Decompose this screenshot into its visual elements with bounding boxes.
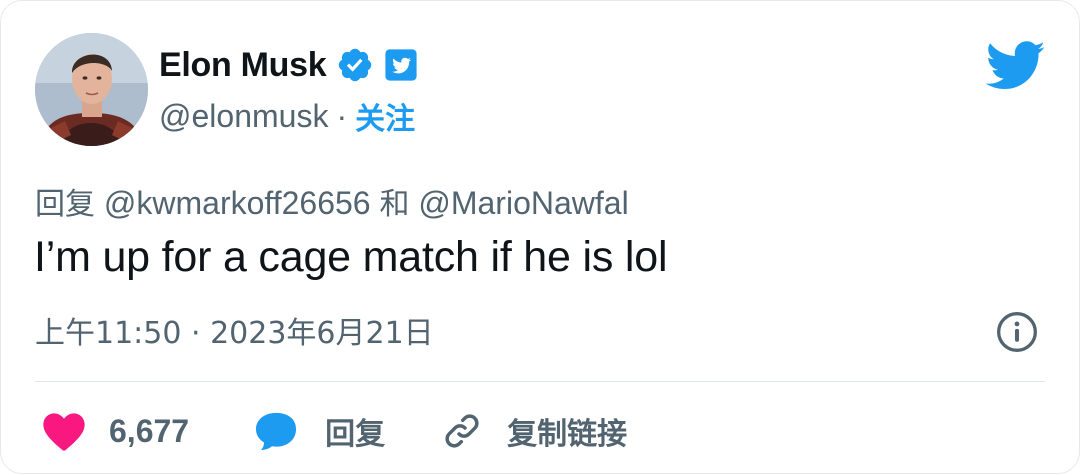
- verified-icon: [339, 48, 372, 82]
- heart-icon: [43, 413, 85, 451]
- author-name-row: Elon Musk: [159, 43, 418, 87]
- brand-badge-icon: [385, 49, 417, 81]
- reply-label: 回复: [325, 417, 386, 452]
- reply-bubble-icon: [256, 412, 297, 451]
- tweet-timestamp[interactable]: 上午11:50 · 2023年6月21日: [35, 308, 434, 352]
- divider: [35, 381, 1045, 382]
- handle[interactable]: @elonmusk: [159, 98, 328, 135]
- link-icon: [445, 414, 479, 448]
- reply-mention-1[interactable]: @kwmarkoff26656: [104, 185, 371, 221]
- avatar[interactable]: [35, 33, 148, 146]
- reply-conjunction: 和: [379, 187, 410, 222]
- action-bar: 6,677 回复 复制链接: [35, 403, 627, 459]
- reply-mention-2[interactable]: @MarioNawfal: [418, 185, 628, 221]
- like-button[interactable]: 6,677: [41, 410, 189, 452]
- copy-link-button[interactable]: 复制链接: [441, 409, 627, 453]
- tweet-card: Elon Musk @elonmusk · 关注 回复 @kwmarkoff26…: [0, 0, 1080, 474]
- twitter-logo-icon[interactable]: [986, 41, 1046, 91]
- copy-link-label: 复制链接: [507, 417, 628, 452]
- reply-button[interactable]: 回复: [253, 409, 385, 453]
- info-icon[interactable]: [995, 310, 1039, 354]
- tweet-text: I’m up for a cage match if he is lol: [34, 233, 668, 281]
- reply-prefix: 回复: [35, 187, 95, 222]
- separator: ·: [336, 97, 348, 134]
- like-count: 6,677: [109, 412, 190, 449]
- author-handle-row: @elonmusk · 关注: [159, 93, 415, 139]
- follow-button[interactable]: 关注: [355, 94, 415, 138]
- avatar-image: [35, 33, 148, 146]
- reply-context: 回复 @kwmarkoff26656 和 @MarioNawfal: [35, 179, 629, 223]
- display-name[interactable]: Elon Musk: [159, 46, 327, 85]
